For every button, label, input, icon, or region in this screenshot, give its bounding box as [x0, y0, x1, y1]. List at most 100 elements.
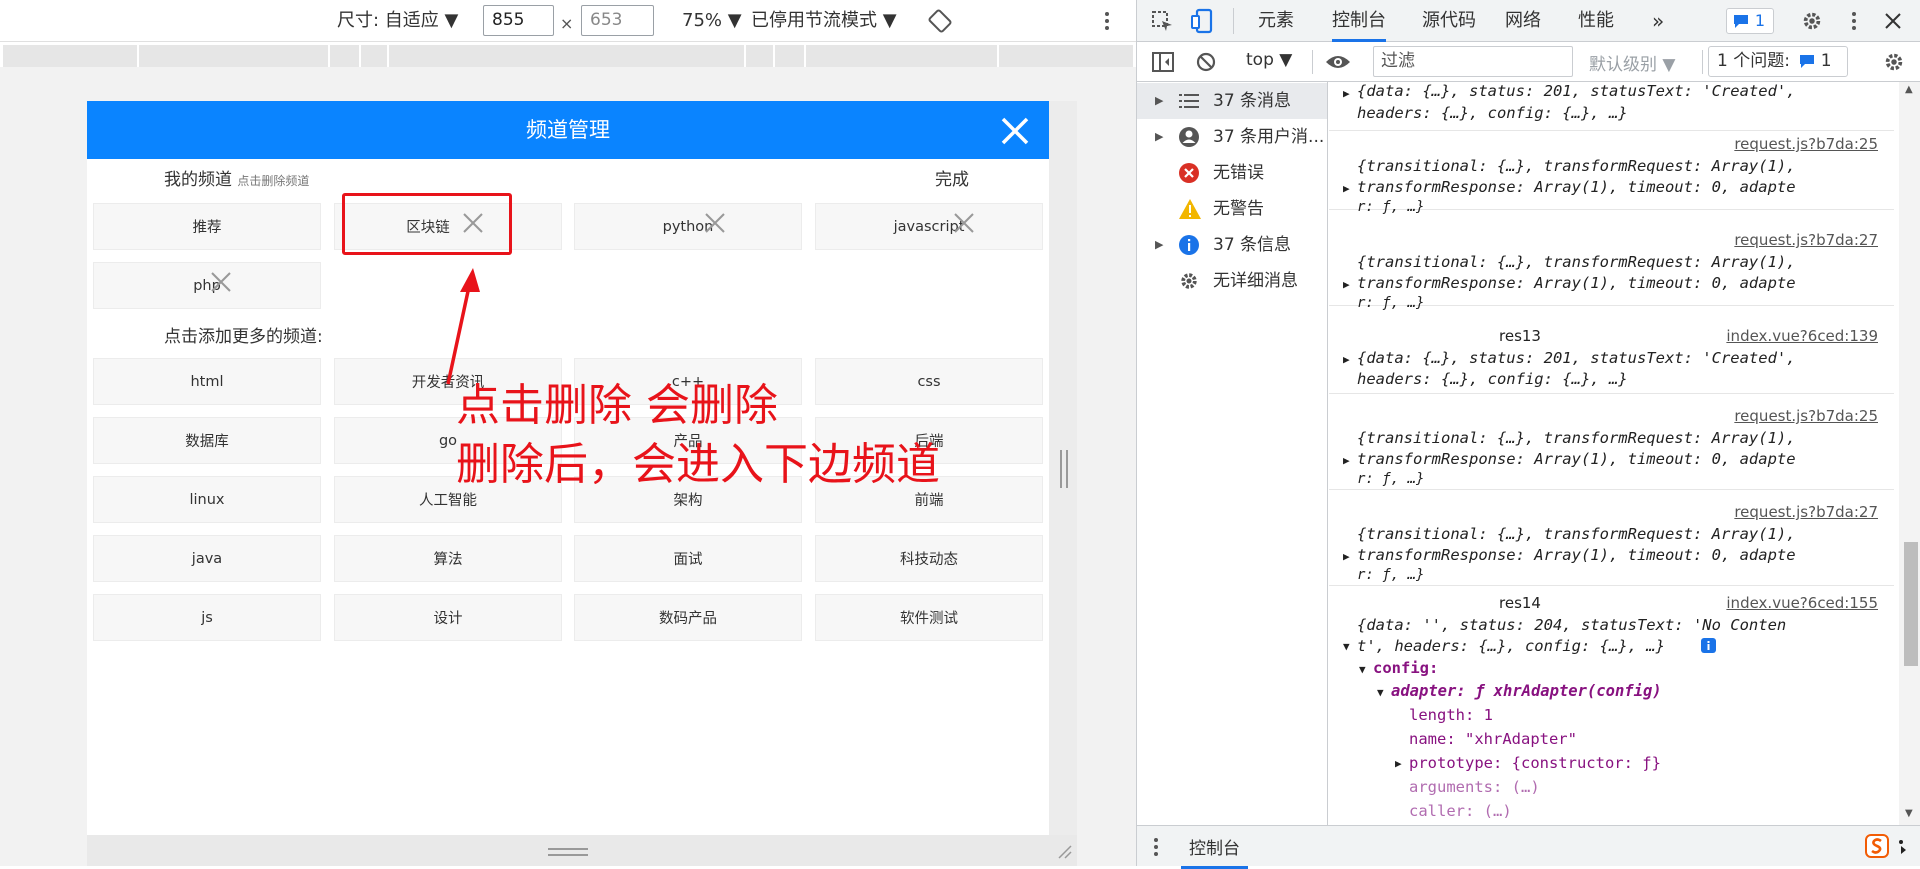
log-line: transformResponse: Array(1), timeout: 0,… — [1357, 178, 1796, 196]
filter-input[interactable]: 过滤 — [1373, 46, 1573, 77]
expand-arrow-icon: ▶ — [1395, 757, 1402, 770]
log-entry[interactable]: request.js?b7da:27 {transitional: {…}, t… — [1329, 226, 1894, 311]
context-selector[interactable]: top ▼ — [1246, 50, 1292, 70]
tab-console[interactable]: 控制台 — [1332, 0, 1386, 42]
annotation-arrow-icon — [446, 268, 480, 385]
source-link[interactable]: request.js?b7da:25 — [1734, 135, 1878, 153]
sidebar-item-warnings[interactable]: 无警告 — [1137, 191, 1327, 227]
expand-arrow-icon: ▶ — [1155, 238, 1164, 251]
log-entry[interactable]: request.js?b7da:25 {transitional: {…}, t… — [1329, 393, 1894, 490]
more-channel-chip[interactable]: 科技动态 — [815, 535, 1043, 582]
my-channel-chip[interactable]: javascript — [815, 203, 1043, 250]
device-toolbar: 尺寸: 自适应 ▼ 855 × 653 75% ▼ 已停用节流模式 ▼ — [0, 0, 1136, 42]
more-tabs-button[interactable]: » — [1652, 0, 1664, 42]
sidebar-item-messages[interactable]: ▶ 37 条消息 — [1137, 83, 1327, 119]
info-icon[interactable] — [1701, 638, 1716, 653]
sidebar-toggle-icon[interactable] — [1152, 51, 1174, 73]
log-level-dropdown[interactable]: 默认级别 ▼ — [1589, 50, 1675, 75]
delete-icon[interactable] — [703, 211, 727, 235]
sidebar-item-user-messages[interactable]: ▶ 37 条用户消... — [1137, 119, 1327, 155]
media-query-ruler[interactable] — [3, 45, 1133, 67]
throttle-dropdown[interactable]: 已停用节流模式 ▼ — [751, 9, 897, 33]
drawer-bar: 控制台 — [1137, 825, 1920, 869]
resize-handle-bottom[interactable] — [548, 848, 588, 856]
more-channel-chip[interactable]: js — [93, 594, 321, 641]
tab-performance[interactable]: 性能 — [1578, 0, 1614, 42]
console-scrollbar[interactable]: ▲ ▼ — [1899, 82, 1920, 825]
height-input[interactable]: 653 — [581, 5, 654, 36]
devtools-menu-icon[interactable] — [1847, 9, 1861, 33]
more-channel-chip[interactable]: 软件测试 — [815, 594, 1043, 641]
source-link[interactable]: request.js?b7da:27 — [1734, 231, 1878, 249]
settings-gear-icon[interactable] — [1801, 10, 1823, 32]
tab-network[interactable]: 网络 — [1505, 0, 1541, 42]
my-channel-chip[interactable]: python — [574, 203, 802, 250]
tab-elements[interactable]: 元素 — [1258, 0, 1294, 42]
log-entry[interactable]: ▶ {data: {…}, status: 201, statusText: '… — [1329, 82, 1894, 131]
log-line: headers: {…}, config: {…}, …} — [1357, 104, 1628, 122]
log-label: res13 — [1499, 327, 1541, 345]
sidebar-item-verbose[interactable]: 无详细消息 — [1137, 263, 1327, 299]
log-line: transformResponse: Array(1), timeout: 0,… — [1357, 274, 1796, 292]
source-link[interactable]: index.vue?6ced:155 — [1726, 594, 1878, 612]
scrollbar-thumb[interactable] — [1904, 542, 1918, 666]
delete-icon[interactable] — [952, 211, 976, 235]
source-link[interactable]: request.js?b7da:27 — [1734, 503, 1878, 521]
more-channel-chip[interactable]: linux — [93, 476, 321, 523]
more-channel-chip[interactable]: 数据库 — [93, 417, 321, 464]
tab-sources[interactable]: 源代码 — [1422, 0, 1476, 42]
width-input[interactable]: 855 — [483, 5, 554, 36]
device-toggle-icon[interactable] — [1191, 8, 1215, 34]
my-channel-chip[interactable]: 推荐 — [93, 203, 321, 250]
dimensions-dropdown[interactable]: 尺寸: 自适应 ▼ — [337, 9, 458, 33]
log-line: r: ƒ, …} — [1357, 199, 1425, 215]
close-icon[interactable] — [995, 111, 1035, 151]
expand-arrow-icon: ▶ — [1343, 87, 1350, 100]
issues-counter[interactable]: 1 个问题: 1 — [1708, 46, 1848, 77]
more-channel-chip[interactable]: css — [815, 358, 1043, 405]
log-entry[interactable]: res13 index.vue?6ced:139 ▶ {data: {…}, s… — [1329, 322, 1894, 394]
more-channel-chip[interactable]: html — [93, 358, 321, 405]
clear-console-icon[interactable] — [1195, 51, 1217, 73]
inspect-icon[interactable] — [1151, 10, 1175, 34]
chip-label: 数码产品 — [659, 611, 717, 627]
close-devtools-icon[interactable] — [1883, 11, 1903, 31]
scroll-down-icon[interactable]: ▼ — [1905, 808, 1913, 819]
my-channels-label: 我的频道 — [164, 170, 232, 190]
console-settings-icon[interactable] — [1883, 51, 1905, 73]
zoom-dropdown[interactable]: 75% ▼ — [682, 9, 742, 33]
drawer-menu-icon[interactable] — [1149, 835, 1163, 859]
scroll-up-icon[interactable]: ▲ — [1905, 84, 1913, 95]
log-entry-expanded[interactable]: res14 index.vue?6ced:155 {data: '', stat… — [1329, 585, 1894, 825]
sidebar-item-label: 37 条用户消... — [1213, 127, 1325, 147]
source-link[interactable]: request.js?b7da:25 — [1734, 407, 1878, 425]
done-button[interactable]: 完成 — [935, 165, 969, 190]
more-channel-chip[interactable]: 算法 — [334, 535, 562, 582]
sidebar-item-info[interactable]: ▶ 37 条信息 — [1137, 227, 1327, 263]
more-options-icon[interactable] — [1100, 9, 1114, 33]
rotate-icon[interactable] — [928, 9, 952, 33]
sidebar-item-errors[interactable]: 无错误 — [1137, 155, 1327, 191]
nav-title: 频道管理 — [526, 118, 610, 142]
resize-corner-icon[interactable] — [1055, 842, 1073, 860]
log-line: {data: {…}, status: 201, statusText: 'Cr… — [1357, 349, 1796, 367]
more-channel-chip[interactable]: java — [93, 535, 321, 582]
more-channel-chip[interactable]: 设计 — [334, 594, 562, 641]
log-entry[interactable]: request.js?b7da:25 {transitional: {…}, t… — [1329, 130, 1894, 215]
eye-icon[interactable] — [1325, 52, 1351, 72]
drawer-tab-console[interactable]: 控制台 — [1181, 834, 1248, 869]
nav-bar: 频道管理 — [87, 101, 1049, 159]
issues-badge[interactable]: 1 — [1726, 8, 1774, 34]
log-entry[interactable]: request.js?b7da:27 {transitional: {…}, t… — [1329, 489, 1894, 586]
chip-label: python — [662, 218, 714, 235]
source-link[interactable]: index.vue?6ced:139 — [1726, 327, 1878, 345]
resize-handle-right[interactable] — [1060, 450, 1068, 488]
chip-label: 设计 — [433, 611, 463, 627]
sidebar-item-label: 无警告 — [1213, 199, 1264, 219]
expand-arrow-icon: ▶ — [1343, 454, 1350, 467]
device-emulation-pane: 尺寸: 自适应 ▼ 855 × 653 75% ▼ 已停用节流模式 ▼ 频道管理 — [0, 0, 1136, 866]
my-channel-chip[interactable]: php — [93, 262, 321, 309]
delete-icon[interactable] — [209, 270, 233, 294]
more-channel-chip[interactable]: 面试 — [574, 535, 802, 582]
more-channel-chip[interactable]: 数码产品 — [574, 594, 802, 641]
